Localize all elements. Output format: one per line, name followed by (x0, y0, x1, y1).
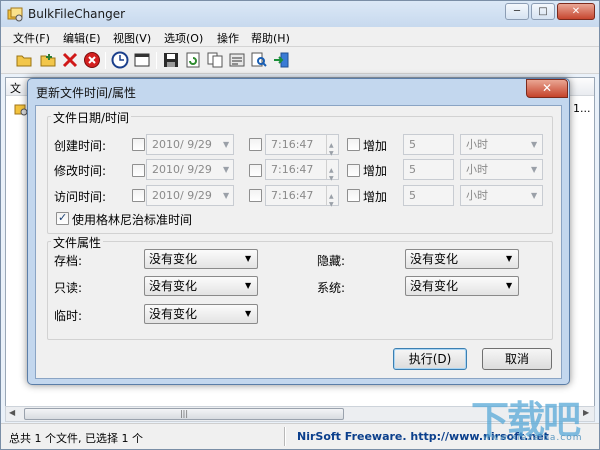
list-row-text[interactable]: 1... (573, 102, 591, 115)
cancel-button[interactable]: 取消 (482, 348, 552, 370)
stop-icon[interactable] (83, 51, 101, 69)
minimize-button[interactable]: ─ (505, 3, 529, 20)
created-unit-select: 小时 ▼ (460, 134, 543, 155)
menu-edit[interactable]: 编辑(E) (63, 30, 101, 46)
modified-add-checkbox[interactable] (347, 164, 360, 177)
created-time-enable-checkbox[interactable] (249, 138, 262, 151)
hidden-label: 隐藏: (317, 254, 346, 268)
column-header[interactable]: 文 (10, 80, 21, 96)
scroll-left-icon[interactable]: ◀ (9, 408, 15, 417)
app-title: BulkFileChanger (28, 7, 126, 21)
dropdown-arrow-icon: ▼ (245, 254, 252, 263)
dropdown-arrow-icon: ▼ (531, 165, 538, 174)
temporary-label: 临时: (54, 309, 83, 323)
add-files-icon[interactable] (39, 51, 57, 69)
accessed-time-enable-checkbox[interactable] (249, 189, 262, 202)
dialog-body: 文件日期/时间 创建时间: 2010/ 9/29 ▼ 7:16:47 ▲ ▼ 增加… (35, 105, 562, 379)
accessed-date-picker: 2010/ 9/29 ▼ (146, 185, 234, 206)
modified-add-label: 增加 (363, 164, 388, 178)
accessed-time-spinner: 7:16:47 ▲ ▼ (265, 185, 339, 208)
system-select[interactable]: 没有变化 ▼ (405, 276, 519, 296)
system-label: 系统: (317, 281, 346, 295)
accessed-add-checkbox[interactable] (347, 189, 360, 202)
clock-icon[interactable] (111, 51, 129, 69)
accessed-time-checkbox[interactable] (132, 189, 145, 202)
readonly-select[interactable]: 没有变化 ▼ (144, 276, 258, 296)
accessed-add-label: 增加 (363, 190, 388, 204)
scrollbar-thumb[interactable]: ||| (24, 408, 344, 420)
archive-select[interactable]: 没有变化 ▼ (144, 249, 258, 269)
save-icon[interactable] (162, 51, 180, 69)
maximize-button[interactable]: □ (531, 3, 555, 20)
spinner-arrows-icon: ▲ ▼ (326, 160, 338, 182)
app-icon (7, 7, 23, 22)
properties-icon[interactable] (228, 51, 246, 69)
gmt-label: 使用格林尼治标准时间 (72, 213, 193, 227)
created-add-checkbox[interactable] (347, 138, 360, 151)
dropdown-arrow-icon: ▼ (245, 309, 252, 318)
dropdown-arrow-icon: ▼ (531, 191, 538, 200)
toolbar (1, 47, 599, 74)
exit-icon[interactable] (272, 51, 290, 69)
dropdown-arrow-icon: ▼ (531, 140, 538, 149)
modified-time-checkbox[interactable] (132, 164, 145, 177)
update-time-dialog: 更新文件时间/属性 ✕ 文件日期/时间 创建时间: 2010/ 9/29 ▼ 7… (27, 78, 570, 385)
date-time-group-title: 文件日期/时间 (51, 109, 132, 126)
modified-unit-select: 小时 ▼ (460, 159, 543, 180)
dropdown-arrow-icon: ▼ (223, 140, 230, 149)
accessed-unit-select: 小时 ▼ (460, 185, 543, 206)
accessed-time-label: 访问时间: (54, 190, 107, 204)
copy-icon[interactable] (206, 51, 224, 69)
gmt-checkbox[interactable] (56, 211, 69, 225)
menu-view[interactable]: 视图(V) (113, 30, 151, 46)
title-bar[interactable]: BulkFileChanger ─ □ ✕ (1, 1, 599, 27)
menu-file[interactable]: 文件(F) (13, 30, 50, 46)
menu-options[interactable]: 选项(O) (164, 30, 203, 46)
archive-label: 存档: (54, 254, 83, 268)
dialog-title: 更新文件时间/属性 (36, 86, 137, 100)
attributes-group-title: 文件属性 (51, 234, 104, 251)
dropdown-arrow-icon: ▼ (506, 254, 513, 263)
menu-bar: 文件(F) 编辑(E) 视图(V) 选项(O) 操作 帮助(H) (1, 27, 599, 47)
status-divider (284, 427, 286, 446)
dropdown-arrow-icon: ▼ (245, 281, 252, 290)
created-date-picker: 2010/ 9/29 ▼ (146, 134, 234, 155)
created-amount-field: 5 (403, 134, 454, 155)
temporary-select[interactable]: 没有变化 ▼ (144, 304, 258, 324)
dialog-title-bar[interactable]: 更新文件时间/属性 ✕ (28, 79, 569, 103)
menu-actions[interactable]: 操作 (217, 30, 239, 46)
created-time-checkbox[interactable] (132, 138, 145, 151)
menu-help[interactable]: 帮助(H) (251, 30, 290, 46)
modified-time-spinner: 7:16:47 ▲ ▼ (265, 159, 339, 182)
readonly-label: 只读: (54, 281, 83, 295)
file-icon[interactable] (14, 102, 28, 116)
watermark-logo: 下载吧 www.xiazaiba.com (471, 398, 583, 443)
window-icon[interactable] (133, 51, 151, 69)
hidden-select[interactable]: 没有变化 ▼ (405, 249, 519, 269)
accessed-amount-field: 5 (403, 185, 454, 206)
refresh-icon[interactable] (184, 51, 202, 69)
dialog-close-button[interactable]: ✕ (526, 79, 568, 98)
created-time-spinner: 7:16:47 ▲ ▼ (265, 134, 339, 157)
modified-time-enable-checkbox[interactable] (249, 164, 262, 177)
created-time-label: 创建时间: (54, 139, 107, 153)
modified-time-label: 修改时间: (54, 164, 107, 178)
dropdown-arrow-icon: ▼ (506, 281, 513, 290)
open-folder-icon[interactable] (15, 51, 33, 69)
dropdown-arrow-icon: ▼ (223, 191, 230, 200)
find-icon[interactable] (250, 51, 268, 69)
close-button[interactable]: ✕ (557, 3, 595, 20)
modified-date-picker: 2010/ 9/29 ▼ (146, 159, 234, 180)
dropdown-arrow-icon: ▼ (223, 165, 230, 174)
spinner-arrows-icon: ▲ ▼ (326, 186, 338, 208)
delete-icon[interactable] (61, 51, 79, 69)
status-file-count: 总共 1 个文件, 已选择 1 个 (9, 432, 143, 445)
execute-button[interactable]: 执行(D) (393, 348, 467, 370)
modified-amount-field: 5 (403, 159, 454, 180)
created-add-label: 增加 (363, 139, 388, 153)
spinner-arrows-icon: ▲ ▼ (326, 135, 338, 157)
